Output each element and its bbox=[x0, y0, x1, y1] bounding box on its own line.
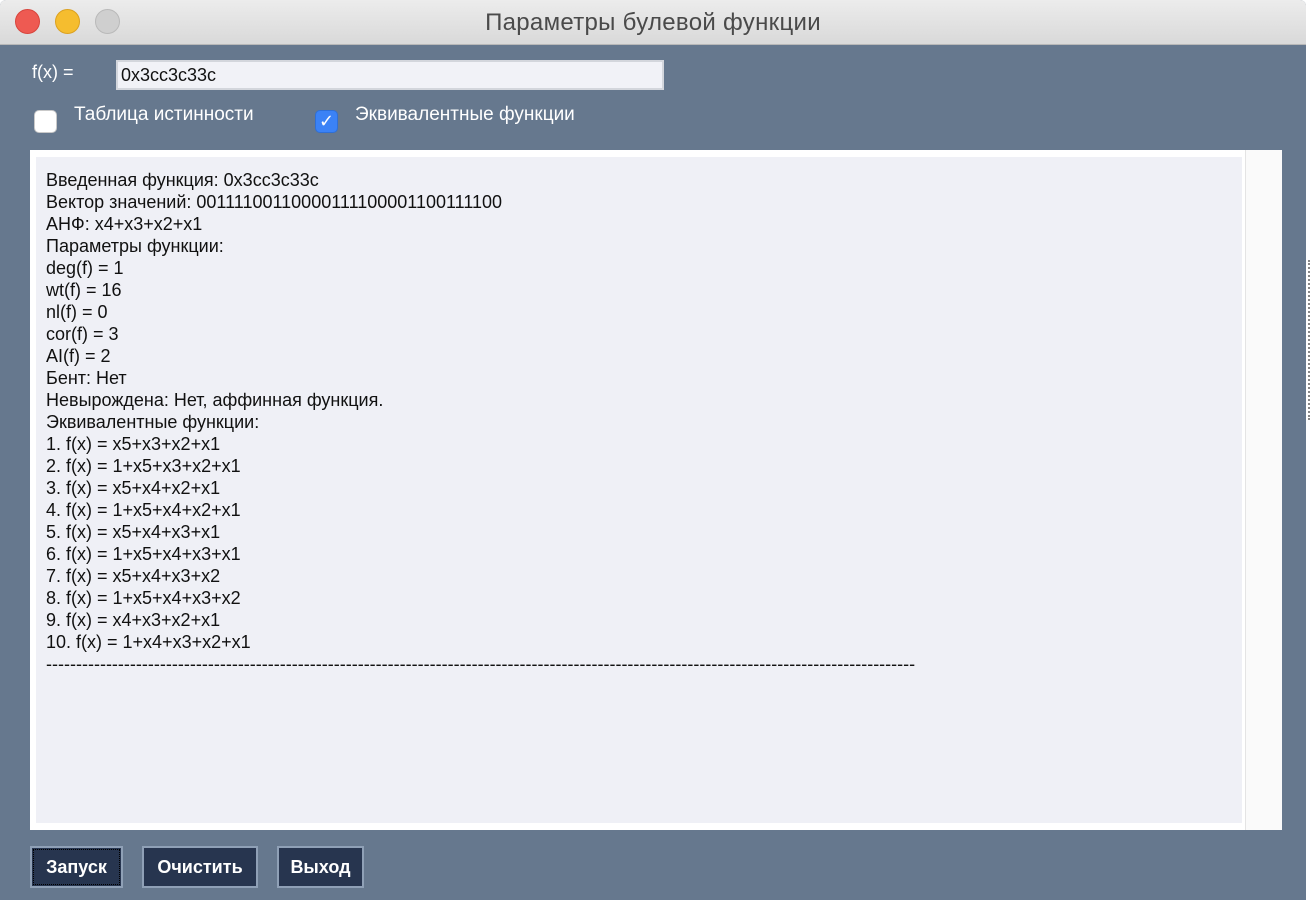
function-input[interactable] bbox=[116, 60, 664, 90]
output-line: AI(f) = 2 bbox=[46, 346, 111, 366]
output-line: cor(f) = 3 bbox=[46, 324, 119, 344]
output-line: 8. f(x) = 1+x5+x4+x3+x2 bbox=[46, 588, 241, 608]
output-lines: Введенная функция: 0x3cc3c33c Вектор знач… bbox=[46, 169, 1246, 675]
exit-button[interactable]: Выход bbox=[277, 846, 364, 888]
truth-table-label[interactable]: Таблица истинности bbox=[74, 104, 254, 126]
window-title: Параметры булевой функции bbox=[485, 9, 821, 36]
output-line: 7. f(x) = x5+x4+x3+x2 bbox=[46, 566, 221, 586]
app-window: Параметры булевой функции f(x) = Таблица… bbox=[0, 0, 1306, 900]
output-line: 5. f(x) = x5+x4+x3+x1 bbox=[46, 522, 221, 542]
output-line: 4. f(x) = 1+x5+x4+x2+x1 bbox=[46, 500, 241, 520]
output-line: Введенная функция: 0x3cc3c33c bbox=[46, 170, 319, 190]
output-text-area[interactable]: Введенная функция: 0x3cc3c33c Вектор знач… bbox=[36, 157, 1242, 823]
output-line: АНФ: x4+x3+x2+x1 bbox=[46, 214, 203, 234]
clear-button[interactable]: Очистить bbox=[142, 846, 258, 888]
output-line: nl(f) = 0 bbox=[46, 302, 108, 322]
output-line: 9. f(x) = x4+x3+x2+x1 bbox=[46, 610, 221, 630]
output-panel: Введенная функция: 0x3cc3c33c Вектор знач… bbox=[30, 150, 1282, 830]
output-line: 2. f(x) = 1+x5+x3+x2+x1 bbox=[46, 456, 241, 476]
output-line: Вектор значений: 00111100110000111100001… bbox=[46, 192, 503, 212]
window-edge bbox=[1308, 260, 1314, 420]
output-line: 1. f(x) = x5+x3+x2+x1 bbox=[46, 434, 221, 454]
equivalent-functions-label[interactable]: Эквивалентные функции bbox=[355, 104, 575, 126]
function-label: f(x) = bbox=[32, 62, 74, 82]
output-line: Параметры функции: bbox=[46, 236, 224, 256]
output-line: wt(f) = 16 bbox=[46, 280, 122, 300]
title-bar: Параметры булевой функции bbox=[0, 0, 1306, 45]
output-line: 6. f(x) = 1+x5+x4+x3+x1 bbox=[46, 544, 241, 564]
output-line: Невырождена: Нет, аффинная функция. bbox=[46, 390, 384, 410]
run-button[interactable]: Запуск bbox=[30, 846, 123, 888]
checkmark-icon: ✓ bbox=[318, 111, 335, 131]
truth-table-checkbox[interactable] bbox=[34, 110, 57, 133]
vertical-scrollbar[interactable] bbox=[1245, 150, 1282, 830]
equivalent-functions-checkbox[interactable]: ✓ bbox=[315, 110, 338, 133]
output-line: 3. f(x) = x5+x4+x2+x1 bbox=[46, 478, 221, 498]
output-line: ----------------------------------------… bbox=[46, 654, 916, 674]
output-line: Бент: Нет bbox=[46, 368, 127, 388]
output-line: Эквивалентные функции: bbox=[46, 412, 260, 432]
output-line: 10. f(x) = 1+x4+x3+x2+x1 bbox=[46, 632, 251, 652]
output-line: deg(f) = 1 bbox=[46, 258, 124, 278]
